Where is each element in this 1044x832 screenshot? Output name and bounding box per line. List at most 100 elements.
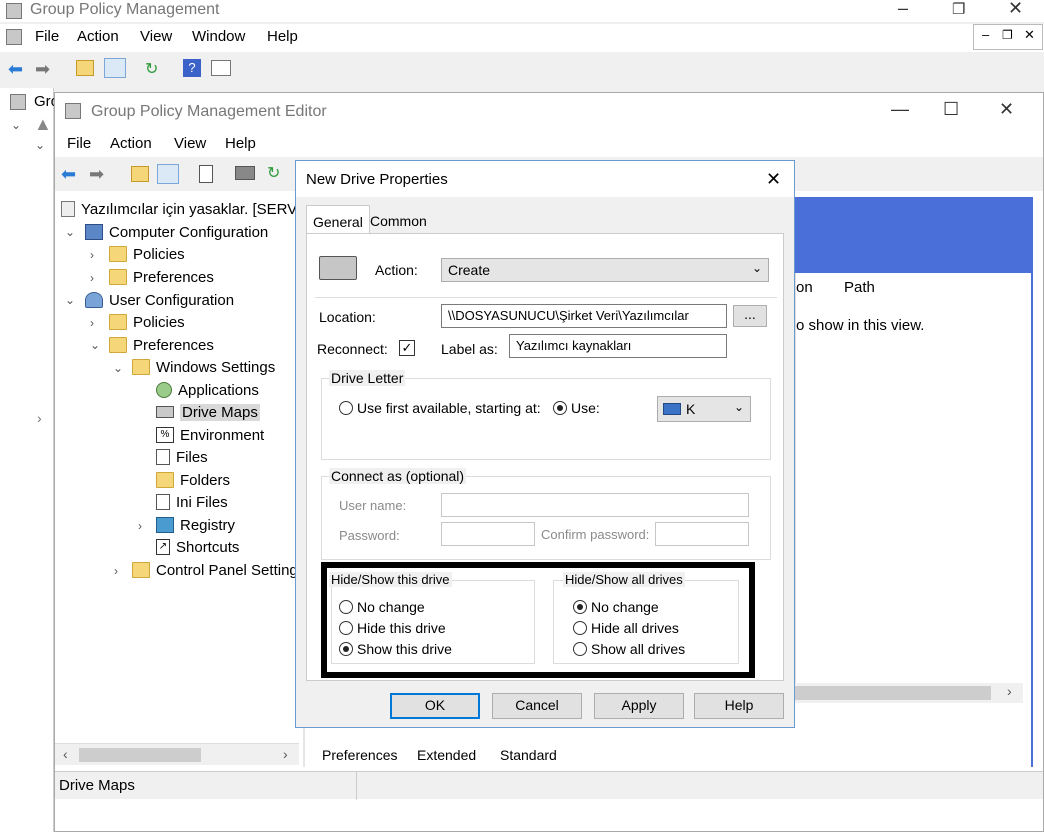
tree-drive-maps[interactable]: Drive Maps	[156, 401, 260, 423]
outer-menu-help[interactable]: Help	[267, 28, 298, 45]
editor-close-button[interactable]: ✕	[999, 99, 1014, 120]
mdi-restore-button[interactable]: ❐	[1002, 28, 1013, 42]
editor-menu-view[interactable]: View	[174, 135, 206, 152]
mdi-minimize-button[interactable]: –	[982, 27, 989, 42]
show-hide-tree-icon[interactable]	[104, 58, 126, 78]
right-pane-scrollbar[interactable]: ›	[795, 683, 1023, 703]
collapse-chevron-icon[interactable]: ›	[114, 565, 126, 577]
ok-button[interactable]: OK	[390, 693, 480, 719]
expand-chevron-icon[interactable]: ⌄	[65, 226, 77, 238]
column-header-path[interactable]: Path	[844, 279, 875, 296]
dialog-close-icon[interactable]: ✕	[766, 169, 781, 190]
tree-cc-preferences[interactable]: Preferences	[109, 266, 214, 288]
drive-letter-dropdown[interactable]: K ⌄	[657, 396, 751, 422]
hide-this-drive-radio[interactable]: Hide this drive	[339, 620, 446, 636]
expand-chevron-icon[interactable]: ⌄	[35, 138, 45, 152]
tree-cc-policies[interactable]: Policies	[109, 243, 185, 265]
all-drives-no-change-radio[interactable]: No change	[573, 599, 659, 615]
collapse-chevron-icon[interactable]: ›	[90, 249, 102, 261]
tree-files[interactable]: Files	[156, 446, 208, 468]
scroll-left-icon[interactable]: ‹	[63, 746, 68, 762]
forward-arrow-icon[interactable]: ➡	[89, 164, 104, 185]
tab-general[interactable]: General	[306, 205, 370, 233]
outer-menu-window[interactable]: Window	[192, 28, 245, 45]
this-drive-no-change-radio[interactable]: No change	[339, 599, 425, 615]
expand-chevron-icon[interactable]: ⌄	[11, 118, 21, 132]
tree-environment[interactable]: % Environment	[156, 424, 264, 446]
use-first-available-radio[interactable]: Use first available, starting at:	[339, 400, 541, 416]
tree-uc-policies[interactable]: Policies	[109, 311, 185, 333]
tree-registry[interactable]: Registry	[156, 514, 235, 536]
expand-chevron-icon[interactable]: ⌄	[65, 294, 77, 306]
network-drive-icon	[663, 403, 681, 415]
editor-menu-help[interactable]: Help	[225, 135, 256, 152]
tab-common[interactable]: Common	[370, 213, 427, 229]
tab-preferences[interactable]: Preferences	[318, 747, 402, 763]
hide-all-drives-radio[interactable]: Hide all drives	[573, 620, 679, 636]
show-this-drive-radio[interactable]: Show this drive	[339, 641, 452, 657]
confirm-password-input[interactable]	[655, 522, 749, 546]
action-dropdown[interactable]: Create ⌄	[441, 258, 769, 282]
tree-folders[interactable]: Folders	[156, 469, 230, 491]
scroll-right-icon[interactable]: ›	[283, 746, 288, 762]
up-folder-icon[interactable]	[131, 166, 149, 182]
tree-shortcuts[interactable]: ↗ Shortcuts	[156, 536, 239, 558]
use-letter-radio[interactable]: Use:	[553, 400, 600, 416]
label-as-input[interactable]: Yazılımcı kaynakları	[509, 334, 727, 358]
mdi-close-button[interactable]: ✕	[1024, 27, 1035, 43]
tree-computer-configuration[interactable]: Computer Configuration	[85, 221, 268, 243]
password-input[interactable]	[441, 522, 535, 546]
column-header-partial[interactable]: on	[796, 279, 813, 296]
clipboard-icon[interactable]	[199, 165, 213, 183]
browse-button[interactable]: ...	[733, 305, 767, 327]
tree-control-panel-settings[interactable]: Control Panel Setting	[132, 559, 298, 581]
tab-standard[interactable]: Standard	[500, 747, 557, 763]
editor-menu-action[interactable]: Action	[110, 135, 152, 152]
scrollbar-thumb[interactable]	[79, 748, 201, 762]
scroll-right-chevron-icon[interactable]: ›	[37, 410, 42, 426]
folder-icon	[156, 472, 174, 488]
back-arrow-icon[interactable]: ⬅	[8, 59, 23, 80]
view-icon[interactable]	[211, 60, 231, 76]
show-all-drives-radio[interactable]: Show all drives	[573, 641, 685, 657]
back-arrow-icon[interactable]: ⬅	[61, 164, 76, 185]
collapse-chevron-icon[interactable]: ›	[90, 317, 102, 329]
editor-maximize-button[interactable]: ☐	[943, 99, 959, 120]
expand-chevron-icon[interactable]: ⌄	[90, 339, 102, 351]
tree-windows-settings[interactable]: Windows Settings	[132, 356, 275, 378]
refresh-icon[interactable]: ↻	[145, 59, 158, 79]
reconnect-checkbox[interactable]: ✓	[399, 340, 415, 356]
tab-extended[interactable]: Extended	[417, 747, 476, 763]
outer-maximize-button[interactable]: ❐	[952, 0, 965, 18]
editor-minimize-button[interactable]: —	[891, 99, 909, 120]
collapse-chevron-icon[interactable]: ›	[90, 272, 102, 284]
tree-applications[interactable]: Applications	[156, 379, 259, 401]
show-hide-tree-icon[interactable]	[157, 164, 179, 184]
help-button[interactable]: Help	[694, 693, 784, 719]
tree-root[interactable]: Yazılımcılar için yasaklar. [SERVE	[61, 198, 303, 220]
outer-menu-file[interactable]: File	[35, 28, 59, 45]
outer-menu-view[interactable]: View	[140, 28, 172, 45]
print-icon[interactable]	[235, 166, 255, 180]
tree-user-configuration[interactable]: User Configuration	[85, 289, 234, 311]
scrollbar-thumb[interactable]	[795, 686, 991, 700]
location-input[interactable]: \\DOSYASUNUCU\Şirket Veri\Yazılımcılar	[441, 304, 727, 328]
scroll-right-icon[interactable]: ›	[1007, 683, 1012, 699]
apply-button[interactable]: Apply	[594, 693, 684, 719]
tree-ini-files[interactable]: Ini Files	[156, 491, 228, 513]
forward-arrow-icon[interactable]: ➡	[35, 59, 50, 80]
editor-menu-file[interactable]: File	[67, 135, 91, 152]
registry-icon	[156, 517, 174, 533]
up-folder-icon[interactable]	[76, 60, 94, 76]
help-icon[interactable]: ?	[183, 59, 201, 77]
user-name-input[interactable]	[441, 493, 749, 517]
expand-chevron-icon[interactable]: ⌄	[113, 362, 125, 374]
tree-horizontal-scrollbar[interactable]: ‹ ›	[55, 743, 299, 765]
outer-menu-action[interactable]: Action	[77, 28, 119, 45]
cancel-button[interactable]: Cancel	[492, 693, 582, 719]
refresh-icon[interactable]: ↻	[267, 163, 280, 183]
tree-uc-preferences[interactable]: Preferences	[109, 334, 214, 356]
outer-minimize-button[interactable]: –	[898, 0, 908, 19]
outer-close-button[interactable]: ✕	[1008, 0, 1023, 19]
collapse-chevron-icon[interactable]: ›	[138, 520, 150, 532]
